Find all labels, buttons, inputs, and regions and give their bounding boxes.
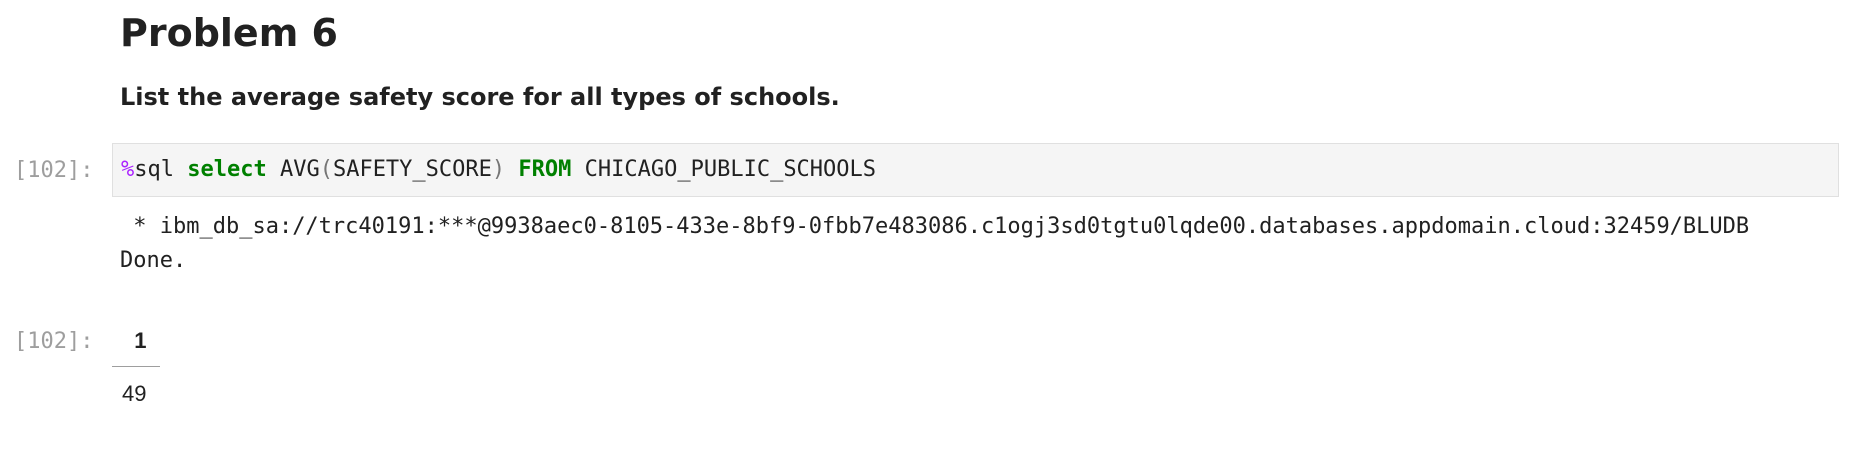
connection-string: * ibm_db_sa://trc40191:***@9938aec0-8105… (120, 214, 1750, 239)
problem-description: List the average safety score for all ty… (120, 83, 840, 111)
table-row: 49 (112, 367, 160, 416)
column-header: 1 (112, 318, 161, 367)
code-token: % (121, 157, 135, 182)
code-token: FROM (518, 157, 572, 182)
code-token: AVG (266, 157, 320, 182)
code-token: select (187, 157, 267, 182)
table-header-row: 1 (112, 318, 161, 367)
code-token: ) (491, 157, 506, 182)
code-editor-line[interactable]: %sql select AVG(SAFETY_SCORE) FROM CHICA… (121, 155, 876, 185)
code-token: SAFETY_SCORE (332, 157, 492, 182)
result-table: 1 49 (112, 318, 161, 416)
table-cell: 49 (122, 381, 147, 406)
input-prompt: [102]: (14, 158, 94, 183)
code-token: ( (319, 157, 333, 182)
code-token: CHICAGO_PUBLIC_SCHOOLS (571, 157, 877, 182)
notebook: Problem 6 List the average safety score … (0, 0, 1860, 458)
code-input-cell[interactable]: %sql select AVG(SAFETY_SCORE) FROM CHICA… (112, 143, 1839, 197)
problem-heading: Problem 6 (120, 11, 338, 55)
status-text: Done. (120, 248, 187, 273)
output-prompt: [102]: (14, 329, 94, 354)
code-token: sql (134, 157, 188, 182)
cell-stdout: * ibm_db_sa://trc40191:***@9938aec0-8105… (120, 210, 1845, 278)
